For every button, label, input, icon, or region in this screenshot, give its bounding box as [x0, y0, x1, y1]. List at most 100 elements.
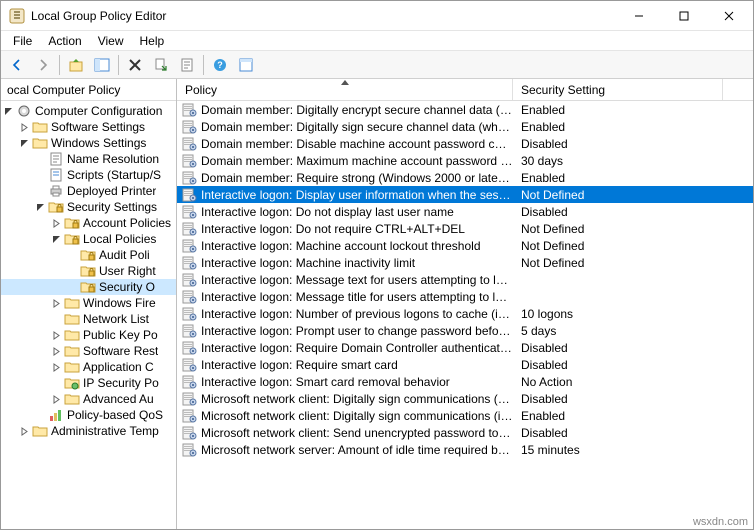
properties-button[interactable]	[175, 53, 199, 77]
list-row[interactable]: Interactive logon: Message text for user…	[177, 271, 753, 288]
list-row[interactable]: Interactive logon: Number of previous lo…	[177, 305, 753, 322]
tree-item[interactable]: User Right	[1, 263, 176, 279]
tree-item[interactable]: Software Rest	[1, 343, 176, 359]
list-cell-setting: Enabled	[513, 103, 723, 117]
tree-item[interactable]: IP Security Po	[1, 375, 176, 391]
twisty-none	[67, 266, 78, 277]
twisty-closed-icon[interactable]	[51, 330, 62, 341]
svg-text:?: ?	[217, 60, 223, 70]
minimize-button[interactable]	[616, 2, 661, 30]
list-cell-setting: Enabled	[513, 171, 723, 185]
policy-name: Microsoft network client: Digitally sign…	[201, 409, 513, 423]
tree-item[interactable]: Scripts (Startup/S	[1, 167, 176, 183]
menu-file[interactable]: File	[5, 32, 40, 50]
list-row[interactable]: Microsoft network server: Amount of idle…	[177, 441, 753, 458]
twisty-closed-icon[interactable]	[19, 122, 30, 133]
tree-item[interactable]: Deployed Printer	[1, 183, 176, 199]
list-row[interactable]: Domain member: Digitally sign secure cha…	[177, 118, 753, 135]
twisty-closed-icon[interactable]	[51, 346, 62, 357]
tree-item[interactable]: Security Settings	[1, 199, 176, 215]
tree-item[interactable]: Account Policies	[1, 215, 176, 231]
tree-item[interactable]: Windows Settings	[1, 135, 176, 151]
twisty-open-icon[interactable]	[19, 138, 30, 149]
tree-item[interactable]: Application C	[1, 359, 176, 375]
tree-item[interactable]: Windows Fire	[1, 295, 176, 311]
refresh-button[interactable]	[234, 53, 258, 77]
tree-item[interactable]: Audit Poli	[1, 247, 176, 263]
twisty-closed-icon[interactable]	[19, 426, 30, 437]
list-cell-policy: Domain member: Maximum machine account p…	[177, 153, 513, 169]
tree-item[interactable]: Network List	[1, 311, 176, 327]
policy-item-icon	[181, 306, 197, 322]
policy-item-icon	[181, 374, 197, 390]
list-row[interactable]: Microsoft network client: Send unencrypt…	[177, 424, 753, 441]
list-row[interactable]: Interactive logon: Require smart cardDis…	[177, 356, 753, 373]
maximize-button[interactable]	[661, 2, 706, 30]
list-cell-policy: Interactive logon: Display user informat…	[177, 187, 513, 203]
up-button[interactable]	[64, 53, 88, 77]
policy-name: Interactive logon: Do not display last u…	[201, 205, 454, 219]
toolbar-separator	[118, 55, 119, 75]
tree-item[interactable]: Administrative Temp	[1, 423, 176, 439]
back-button[interactable]	[5, 53, 29, 77]
list-row[interactable]: Interactive logon: Machine inactivity li…	[177, 254, 753, 271]
list-row[interactable]: Interactive logon: Machine account locko…	[177, 237, 753, 254]
folder-lock-icon	[80, 263, 96, 279]
forward-button[interactable]	[31, 53, 55, 77]
twisty-closed-icon[interactable]	[51, 362, 62, 373]
list-row[interactable]: Interactive logon: Display user informat…	[177, 186, 753, 203]
tree-header[interactable]: ocal Computer Policy	[1, 79, 176, 101]
policy-name: Microsoft network client: Digitally sign…	[201, 392, 513, 406]
tree-item-label: Public Key Po	[83, 328, 158, 342]
close-button[interactable]	[706, 2, 751, 30]
list-cell-setting: Disabled	[513, 426, 723, 440]
tree-item-label: Administrative Temp	[51, 424, 159, 438]
tree-item[interactable]: Security O	[1, 279, 176, 295]
tree-item-label: Software Rest	[83, 344, 158, 358]
menu-view[interactable]: View	[90, 32, 132, 50]
list-row[interactable]: Microsoft network client: Digitally sign…	[177, 390, 753, 407]
twisty-open-icon[interactable]	[3, 106, 14, 117]
twisty-closed-icon[interactable]	[51, 298, 62, 309]
list-row[interactable]: Domain member: Maximum machine account p…	[177, 152, 753, 169]
list-cell-setting: Not Defined	[513, 222, 723, 236]
list-cell-policy: Interactive logon: Message title for use…	[177, 289, 513, 305]
list-row[interactable]: Domain member: Disable machine account p…	[177, 135, 753, 152]
delete-button[interactable]	[123, 53, 147, 77]
column-header-setting[interactable]: Security Setting	[513, 79, 723, 100]
help-button[interactable]: ?	[208, 53, 232, 77]
list-row[interactable]: Domain member: Digitally encrypt secure …	[177, 101, 753, 118]
tree-item[interactable]: Local Policies	[1, 231, 176, 247]
twisty-open-icon[interactable]	[35, 202, 46, 213]
list-row[interactable]: Interactive logon: Message title for use…	[177, 288, 753, 305]
twisty-closed-icon[interactable]	[51, 218, 62, 229]
tree-item-label: Scripts (Startup/S	[67, 168, 161, 182]
tree-item[interactable]: Software Settings	[1, 119, 176, 135]
list-row[interactable]: Domain member: Require strong (Windows 2…	[177, 169, 753, 186]
tree-item[interactable]: Name Resolution	[1, 151, 176, 167]
twisty-closed-icon[interactable]	[51, 394, 62, 405]
twisty-open-icon[interactable]	[51, 234, 62, 245]
list-row[interactable]: Interactive logon: Do not display last u…	[177, 203, 753, 220]
list-row[interactable]: Microsoft network client: Digitally sign…	[177, 407, 753, 424]
column-header-policy[interactable]: Policy	[177, 79, 513, 100]
tree-item[interactable]: Advanced Au	[1, 391, 176, 407]
tree-item[interactable]: Public Key Po	[1, 327, 176, 343]
export-button[interactable]	[149, 53, 173, 77]
show-hide-tree-button[interactable]	[90, 53, 114, 77]
list-cell-policy: Microsoft network server: Amount of idle…	[177, 442, 513, 458]
policy-name: Interactive logon: Machine inactivity li…	[201, 256, 415, 270]
menu-help[interactable]: Help	[132, 32, 173, 50]
list-row[interactable]: Interactive logon: Do not require CTRL+A…	[177, 220, 753, 237]
tree-item[interactable]: Policy-based QoS	[1, 407, 176, 423]
list-cell-policy: Domain member: Disable machine account p…	[177, 136, 513, 152]
tree-item[interactable]: Computer Configuration	[1, 103, 176, 119]
list-cell-policy: Interactive logon: Number of previous lo…	[177, 306, 513, 322]
policy-item-icon	[181, 255, 197, 271]
watermark: wsxdn.com	[693, 516, 748, 528]
list-row[interactable]: Interactive logon: Require Domain Contro…	[177, 339, 753, 356]
menu-action[interactable]: Action	[40, 32, 89, 50]
list-row[interactable]: Interactive logon: Smart card removal be…	[177, 373, 753, 390]
policy-name: Domain member: Digitally encrypt secure …	[201, 103, 513, 117]
list-row[interactable]: Interactive logon: Prompt user to change…	[177, 322, 753, 339]
